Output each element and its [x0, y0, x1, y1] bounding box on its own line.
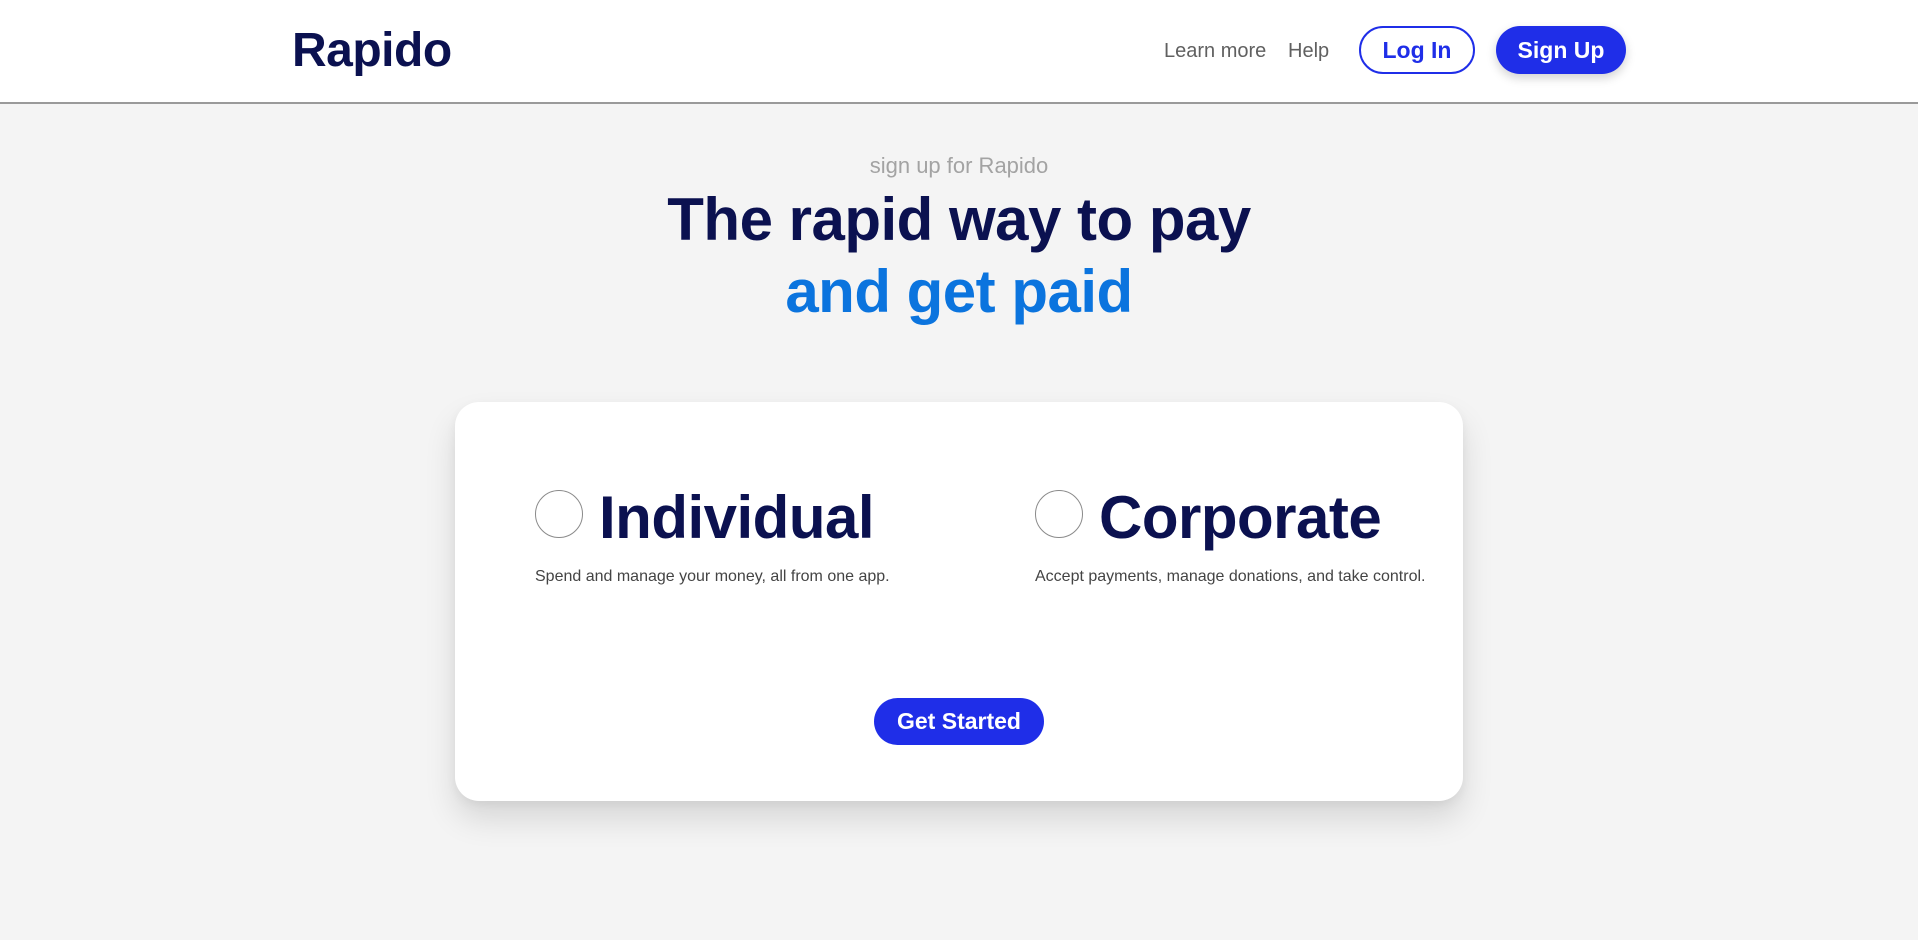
brand-logo[interactable]: Rapido [292, 22, 452, 80]
hero-subtitle: sign up for Rapido [869, 153, 1049, 178]
signup-button[interactable]: Sign Up [1496, 26, 1626, 74]
top-navigation-bar: Rapido Learn more Help Log In Sign Up [0, 0, 1918, 104]
account-option-individual[interactable]: Individual Spend and manage your money, … [535, 484, 935, 596]
get-started-button[interactable]: Get Started [874, 698, 1044, 745]
hero-title-accent: and get paid [785, 258, 1133, 325]
corporate-title: Corporate [1099, 484, 1382, 551]
nav-link-learn-more[interactable]: Learn more [1164, 38, 1266, 64]
hero-title: The rapid way to pay [667, 186, 1251, 253]
individual-radio[interactable] [535, 490, 583, 538]
individual-title: Individual [599, 484, 875, 551]
corporate-radio[interactable] [1035, 490, 1083, 538]
login-button[interactable]: Log In [1359, 26, 1475, 74]
account-type-card: Individual Spend and manage your money, … [455, 402, 1463, 801]
corporate-description: Accept payments, manage donations, and t… [1035, 568, 1426, 585]
account-option-corporate[interactable]: Corporate Accept payments, manage donati… [1035, 484, 1455, 596]
nav-link-help[interactable]: Help [1288, 38, 1329, 64]
individual-description: Spend and manage your money, all from on… [535, 568, 890, 585]
